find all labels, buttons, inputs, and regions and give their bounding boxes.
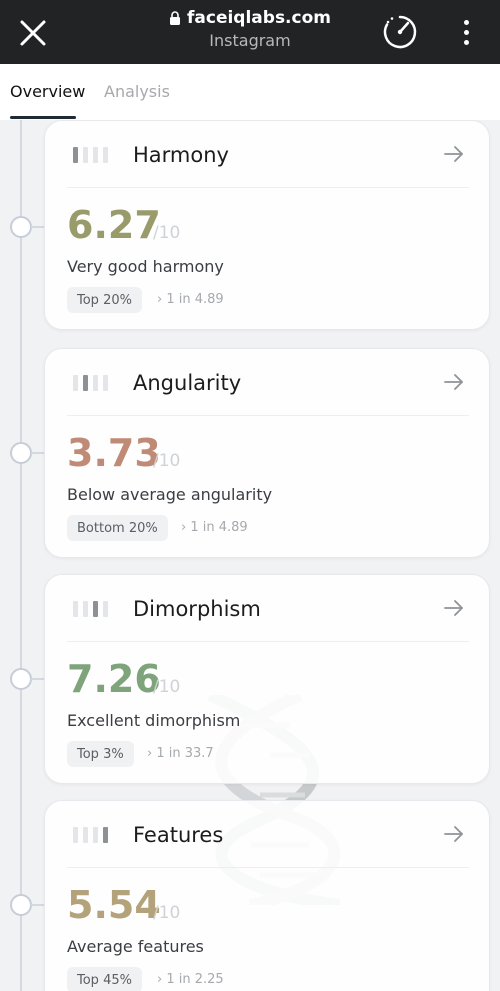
score-card-features[interactable]: Features 5.54 /10 Average features Top 4… <box>44 800 490 991</box>
timeline-line <box>20 120 22 991</box>
score-value: 7.26 <box>67 657 161 701</box>
score-value: 5.54 <box>67 883 161 927</box>
more-options-button[interactable] <box>452 16 480 48</box>
score-description: Below average angularity <box>67 485 273 504</box>
card-title: Angularity <box>133 371 242 395</box>
card-title: Dimorphism <box>133 597 261 621</box>
tab-analysis[interactable]: Analysis <box>104 82 170 101</box>
timeline-node <box>10 894 32 916</box>
close-button[interactable] <box>14 14 52 52</box>
arrow-right-icon[interactable] <box>443 599 465 617</box>
browser-toolbar: faceiqlabs.com Instagram <box>0 0 500 64</box>
timeline-node <box>10 668 32 690</box>
score-value: 3.73 <box>67 431 161 475</box>
rank-ratio: › 1 in 4.89 <box>181 520 248 535</box>
lock-icon <box>170 11 180 25</box>
level-bars-icon <box>73 147 108 163</box>
url-text: faceiqlabs.com <box>187 8 331 28</box>
active-tab-indicator <box>10 116 76 119</box>
rank-badge: Top 45% <box>67 967 142 991</box>
tab-overview[interactable]: Overview <box>10 82 85 101</box>
card-title: Features <box>133 823 224 847</box>
speedometer-button[interactable] <box>382 14 418 50</box>
score-denominator: /10 <box>153 451 181 471</box>
arrow-right-icon[interactable] <box>443 825 465 843</box>
divider <box>67 641 469 642</box>
url-subtitle: Instagram <box>209 31 291 50</box>
timeline-node <box>10 216 32 238</box>
rank-ratio: › 1 in 4.89 <box>157 292 224 307</box>
score-card-dimorphism[interactable]: Dimorphism 7.26 /10 Excellent dimorphism… <box>44 574 490 784</box>
level-bars-icon <box>73 827 108 843</box>
timeline-node <box>10 442 32 464</box>
speedometer-icon <box>383 15 417 49</box>
score-description: Very good harmony <box>67 257 224 276</box>
rank-badge: Top 20% <box>67 287 142 313</box>
close-icon <box>20 20 46 46</box>
card-title: Harmony <box>133 143 229 167</box>
divider <box>67 187 469 188</box>
score-denominator: /10 <box>153 903 181 923</box>
level-bars-icon <box>73 375 108 391</box>
divider <box>67 415 469 416</box>
score-description: Average features <box>67 937 204 956</box>
tab-bar: Overview Analysis <box>0 64 500 120</box>
score-description: Excellent dimorphism <box>67 711 241 730</box>
arrow-right-icon[interactable] <box>443 373 465 391</box>
rank-badge: Top 3% <box>67 741 134 767</box>
score-card-harmony[interactable]: Harmony 6.27 /10 Very good harmony Top 2… <box>44 120 490 330</box>
arrow-right-icon[interactable] <box>443 145 465 163</box>
rank-ratio: › 1 in 2.25 <box>157 972 224 987</box>
overview-content[interactable]: Harmony 6.27 /10 Very good harmony Top 2… <box>0 120 500 991</box>
more-vertical-icon <box>463 19 469 25</box>
level-bars-icon <box>73 601 108 617</box>
rank-ratio: › 1 in 33.7 <box>147 746 214 761</box>
score-value: 6.27 <box>67 203 161 247</box>
score-card-angularity[interactable]: Angularity 3.73 /10 Below average angula… <box>44 348 490 558</box>
divider <box>67 867 469 868</box>
score-denominator: /10 <box>153 677 181 697</box>
rank-badge: Bottom 20% <box>67 515 168 541</box>
score-denominator: /10 <box>153 223 181 243</box>
url-display[interactable]: faceiqlabs.com Instagram <box>120 8 380 50</box>
